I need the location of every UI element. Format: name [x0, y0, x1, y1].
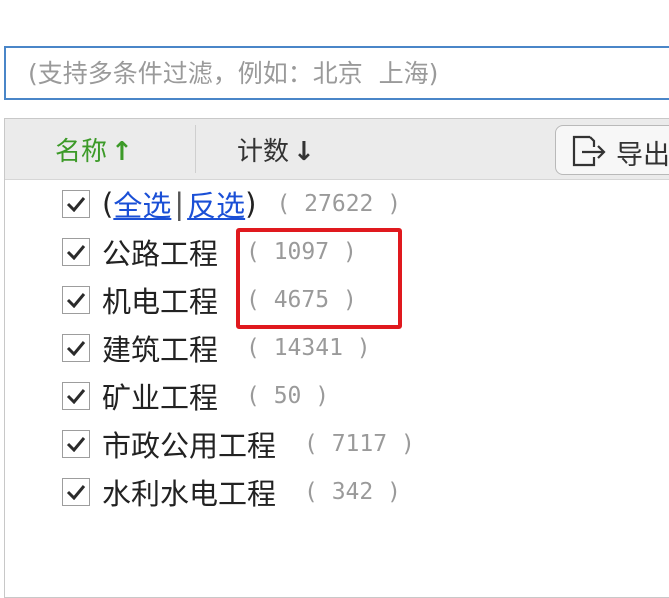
- name-column-label: 名称: [55, 137, 108, 167]
- annotation-highlight-box: [236, 228, 402, 329]
- item-count: ( 7117 ): [304, 431, 415, 457]
- invert-selection-link[interactable]: 反选: [187, 183, 245, 225]
- item-count: ( 342 ): [304, 479, 401, 505]
- search-box[interactable]: [4, 46, 669, 100]
- list-item[interactable]: 建筑工程 ( 14341 ): [62, 328, 371, 368]
- item-checkbox[interactable]: [62, 478, 90, 506]
- item-count: ( 14341 ): [246, 335, 371, 361]
- checkmark-icon: [66, 341, 86, 356]
- select-separator: |: [174, 187, 185, 221]
- item-label: 建筑工程: [102, 333, 219, 367]
- total-count: ( 27622 ): [276, 191, 402, 217]
- item-checkbox[interactable]: [62, 238, 90, 266]
- item-checkbox[interactable]: [62, 430, 90, 458]
- sort-by-count-button[interactable]: 计数 ↓: [237, 131, 315, 168]
- checkmark-icon: [66, 245, 86, 260]
- item-count: ( 50 ): [246, 383, 330, 409]
- export-button[interactable]: 导出: [555, 125, 669, 175]
- list-item[interactable]: 市政公用工程 ( 7117 ): [62, 424, 415, 464]
- item-label: 矿业工程: [102, 381, 219, 415]
- checkmark-icon: [66, 293, 86, 308]
- select-all-checkbox[interactable]: [62, 190, 90, 218]
- column-divider: [195, 125, 196, 173]
- select-all-row: ( 全选 | 反选 ) ( 27622 ): [62, 184, 401, 224]
- count-column-label: 计数: [237, 137, 290, 167]
- item-label: 水利水电工程: [102, 477, 277, 511]
- item-label: 市政公用工程: [102, 429, 277, 463]
- item-checkbox[interactable]: [62, 334, 90, 362]
- select-all-open-paren: (: [102, 187, 114, 221]
- select-all-link[interactable]: 全选: [113, 183, 171, 225]
- list-item[interactable]: 矿业工程 ( 50 ): [62, 376, 329, 416]
- sort-ascending-icon: ↑: [111, 137, 133, 167]
- column-header: 名称 ↑ 计数 ↓ 导出: [5, 119, 669, 180]
- sort-descending-icon: ↓: [293, 137, 315, 167]
- item-checkbox[interactable]: [62, 382, 90, 410]
- list-item[interactable]: 水利水电工程 ( 342 ): [62, 472, 401, 512]
- item-checkbox[interactable]: [62, 286, 90, 314]
- filter-input[interactable]: [6, 48, 669, 98]
- checkmark-icon: [66, 437, 86, 452]
- item-label: 公路工程: [102, 237, 219, 271]
- checkmark-icon: [66, 197, 86, 212]
- export-icon: [572, 135, 606, 167]
- checkmark-icon: [66, 389, 86, 404]
- select-all-close-paren: ): [245, 187, 257, 221]
- item-label: 机电工程: [102, 285, 219, 319]
- export-label: 导出: [616, 140, 669, 171]
- sort-by-name-button[interactable]: 名称 ↑: [55, 131, 133, 168]
- checkmark-icon: [66, 485, 86, 500]
